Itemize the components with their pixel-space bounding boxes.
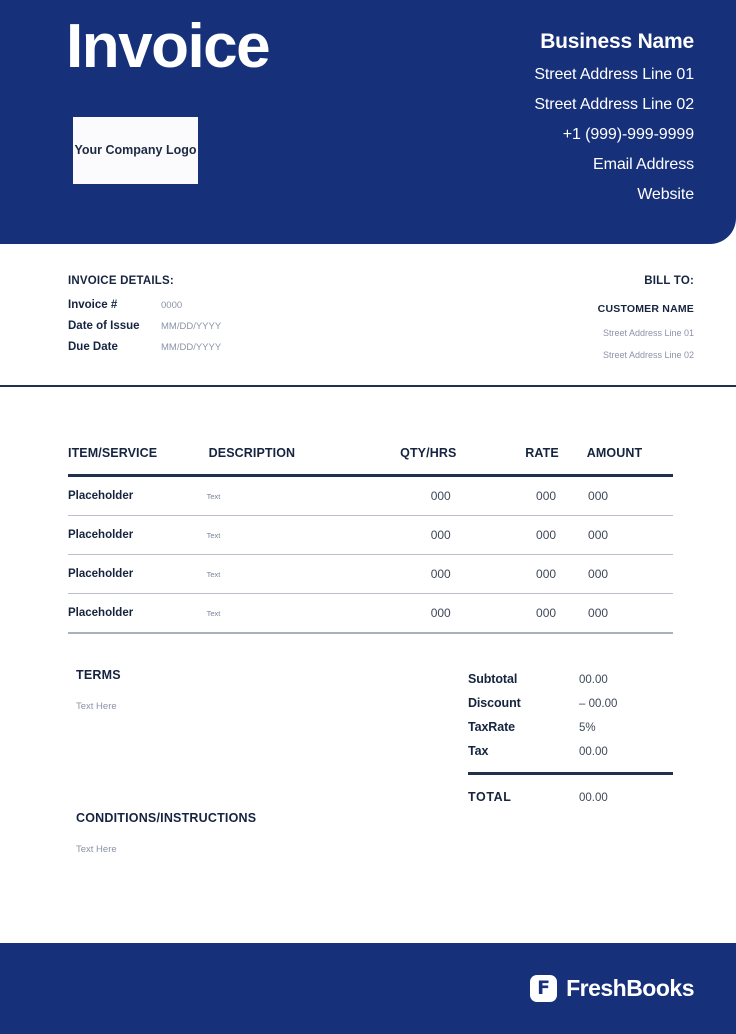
company-logo-label: Your Company Logo [74, 143, 197, 158]
bill-to: BILL TO: CUSTOMER NAME Street Address Li… [394, 275, 694, 372]
row-description: Text [206, 608, 221, 618]
row-description: Text [206, 491, 221, 501]
table-bottom-divider [68, 632, 673, 634]
invoice-number-label: Invoice # [68, 299, 118, 311]
row-amount: 000 [588, 567, 609, 581]
terms-title: TERMS [76, 668, 121, 682]
invoice-details-title: INVOICE DETAILS: [68, 275, 174, 287]
due-date-label: Due Date [68, 341, 118, 353]
discount-value: – 00.00 [579, 698, 618, 710]
grand-total-row: TOTAL 00.00 [468, 790, 673, 804]
business-website: Website [637, 186, 694, 203]
column-header-amount: AMOUNT [586, 446, 643, 460]
tax-rate-label: TaxRate [468, 720, 516, 734]
column-header-rate: RATE [525, 446, 559, 460]
discount-row: Discount – 00.00 [468, 696, 673, 710]
row-rate: 000 [536, 567, 557, 581]
invoice-page: Invoice Your Company Logo Business Name … [0, 0, 736, 1034]
date-of-issue-label: Date of Issue [68, 320, 140, 332]
freshbooks-mark-icon: F [530, 975, 558, 1002]
row-amount: 000 [588, 489, 609, 503]
business-info: Business Name Street Address Line 01 Str… [364, 30, 694, 216]
row-rate: 000 [536, 606, 557, 620]
subtotal-row: Subtotal 00.00 [468, 672, 673, 686]
row-amount: 000 [588, 606, 609, 620]
table-row[interactable]: Placeholder Text 000 000 000 [68, 554, 673, 593]
tax-label: Tax [468, 744, 489, 758]
subtotal-label: Subtotal [468, 672, 518, 686]
column-header-item: ITEM/SERVICE [68, 446, 158, 460]
grand-total-value: 00.00 [579, 792, 608, 804]
section-divider [0, 385, 736, 387]
terms-text[interactable]: Text Here [76, 701, 406, 712]
business-phone: +1 (999)-999-9999 [562, 126, 694, 143]
conditions-text[interactable]: Text Here [76, 844, 456, 855]
column-header-qty: QTY/HRS [400, 446, 457, 460]
invoice-details: INVOICE DETAILS: Invoice # 0000 Date of … [68, 275, 398, 362]
conditions-section: CONDITIONS/INSTRUCTIONS Text Here [76, 811, 456, 855]
business-name: Business Name [540, 30, 694, 53]
customer-name[interactable]: CUSTOMER NAME [394, 303, 694, 315]
freshbooks-mark-letter: F [537, 977, 551, 999]
row-qty: 000 [430, 606, 451, 620]
tax-row: Tax 00.00 [468, 744, 673, 758]
tax-rate-row: TaxRate 5% [468, 720, 673, 734]
table-header-row: ITEM/SERVICE DESCRIPTION QTY/HRS RATE AM… [68, 432, 673, 474]
tax-value: 00.00 [579, 746, 608, 758]
row-qty: 000 [430, 567, 451, 581]
table-row[interactable]: Placeholder Text 000 000 000 [68, 593, 673, 632]
due-date-row: Due Date MM/DD/YYYY [68, 341, 398, 353]
business-email: Email Address [593, 156, 694, 173]
terms-section: TERMS Text Here [76, 668, 406, 712]
totals-divider [468, 772, 673, 775]
customer-street-1[interactable]: Street Address Line 01 [394, 328, 694, 338]
row-rate: 000 [536, 528, 557, 542]
business-street-2: Street Address Line 02 [534, 96, 694, 113]
subtotal-value: 00.00 [579, 674, 608, 686]
discount-label: Discount [468, 696, 521, 710]
row-qty: 000 [430, 528, 451, 542]
company-logo-placeholder[interactable]: Your Company Logo [73, 117, 198, 184]
invoice-number-row: Invoice # 0000 [68, 299, 398, 311]
totals-section: Subtotal 00.00 Discount – 00.00 TaxRate … [468, 672, 673, 814]
bill-to-title: BILL TO: [644, 275, 694, 287]
row-qty: 000 [430, 489, 451, 503]
table-row[interactable]: Placeholder Text 000 000 000 [68, 474, 673, 515]
invoice-header: Invoice Your Company Logo Business Name … [0, 0, 736, 244]
invoice-number-value[interactable]: 0000 [161, 300, 182, 311]
conditions-title: CONDITIONS/INSTRUCTIONS [76, 811, 257, 825]
row-description: Text [206, 530, 221, 540]
invoice-footer: F FreshBooks [0, 943, 736, 1034]
customer-street-2[interactable]: Street Address Line 02 [394, 350, 694, 360]
row-rate: 000 [536, 489, 557, 503]
line-items-table: ITEM/SERVICE DESCRIPTION QTY/HRS RATE AM… [68, 432, 673, 634]
row-item: Placeholder [68, 568, 134, 580]
business-street-1: Street Address Line 01 [534, 66, 694, 83]
column-header-description: DESCRIPTION [208, 446, 296, 460]
row-description: Text [206, 569, 221, 579]
freshbooks-wordmark: FreshBooks [566, 975, 694, 1001]
grand-total-label: TOTAL [468, 790, 512, 804]
table-row[interactable]: Placeholder Text 000 000 000 [68, 515, 673, 554]
date-of-issue-value[interactable]: MM/DD/YYYY [161, 321, 221, 332]
date-of-issue-row: Date of Issue MM/DD/YYYY [68, 320, 398, 332]
due-date-value[interactable]: MM/DD/YYYY [161, 342, 221, 353]
row-item: Placeholder [68, 529, 134, 541]
row-item: Placeholder [68, 607, 134, 619]
page-title: Invoice [66, 12, 271, 81]
freshbooks-logo[interactable]: F FreshBooks [530, 975, 694, 1002]
row-amount: 000 [588, 528, 609, 542]
tax-rate-value: 5% [579, 722, 596, 734]
row-item: Placeholder [68, 490, 134, 502]
